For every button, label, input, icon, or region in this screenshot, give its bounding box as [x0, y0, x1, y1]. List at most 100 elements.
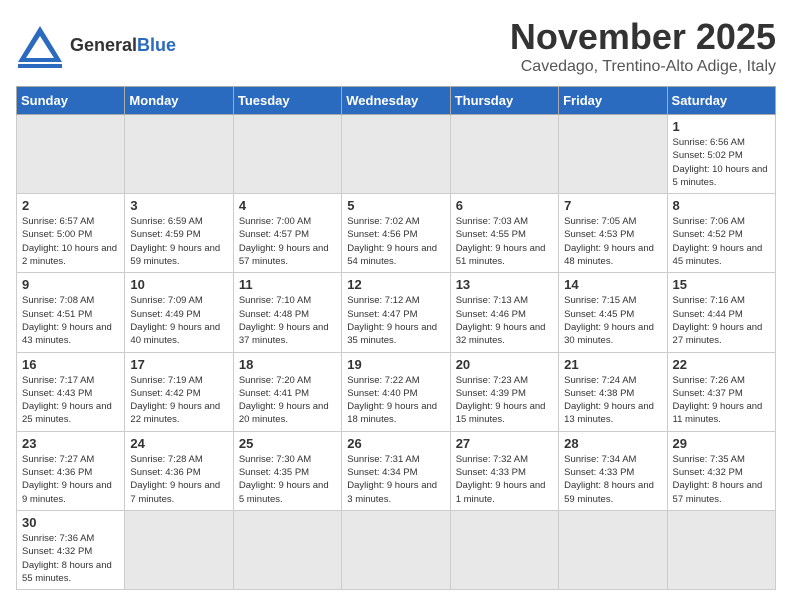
calendar-cell: 2 Sunrise: 6:57 AM Sunset: 5:00 PM Daylig… — [17, 194, 125, 273]
calendar-cell: 3Sunrise: 6:59 AM Sunset: 4:59 PM Daylig… — [125, 194, 233, 273]
calendar-cell: 13Sunrise: 7:13 AM Sunset: 4:46 PM Dayli… — [450, 273, 558, 352]
day-number: 1 — [673, 119, 770, 134]
day-number: 28 — [564, 436, 661, 451]
day-info: Sunrise: 7:20 AM Sunset: 4:41 PM Dayligh… — [239, 374, 336, 427]
day-number: 21 — [564, 357, 661, 372]
day-info: Sunrise: 7:23 AM Sunset: 4:39 PM Dayligh… — [456, 374, 553, 427]
calendar-cell: 29Sunrise: 7:35 AM Sunset: 4:32 PM Dayli… — [667, 431, 775, 510]
day-info: Sunrise: 7:17 AM Sunset: 4:43 PM Dayligh… — [22, 374, 119, 427]
day-info: Sunrise: 7:19 AM Sunset: 4:42 PM Dayligh… — [130, 374, 227, 427]
calendar-cell: 28 Sunrise: 7:34 AM Sunset: 4:33 PM Dayli… — [559, 431, 667, 510]
calendar-cell: 8 Sunrise: 7:06 AM Sunset: 4:52 PM Daylig… — [667, 194, 775, 273]
calendar-cell: 11 Sunrise: 7:10 AM Sunset: 4:48 PM Dayli… — [233, 273, 341, 352]
day-info: Sunrise: 7:00 AM Sunset: 4:57 PM Dayligh… — [239, 215, 336, 268]
day-info: Sunrise: 7:05 AM Sunset: 4:53 PM Dayligh… — [564, 215, 661, 268]
day-info: Sunrise: 7:13 AM Sunset: 4:46 PM Dayligh… — [456, 294, 553, 347]
day-info: Sunrise: 7:34 AM Sunset: 4:33 PM Dayligh… — [564, 453, 661, 506]
calendar-cell: 4 Sunrise: 7:00 AM Sunset: 4:57 PM Daylig… — [233, 194, 341, 273]
day-number: 24 — [130, 436, 227, 451]
day-info: Sunrise: 7:31 AM Sunset: 4:34 PM Dayligh… — [347, 453, 444, 506]
day-info: Sunrise: 7:02 AM Sunset: 4:56 PM Dayligh… — [347, 215, 444, 268]
calendar-cell: 25 Sunrise: 7:30 AM Sunset: 4:35 PM Dayli… — [233, 431, 341, 510]
logo: GeneralBlue — [16, 24, 176, 68]
calendar-cell: 14 Sunrise: 7:15 AM Sunset: 4:45 PM Dayli… — [559, 273, 667, 352]
calendar-cell — [450, 510, 558, 589]
calendar-cell: 10 Sunrise: 7:09 AM Sunset: 4:49 PM Dayli… — [125, 273, 233, 352]
weekday-header-wednesday: Wednesday — [342, 87, 450, 115]
calendar-cell: 16Sunrise: 7:17 AM Sunset: 4:43 PM Dayli… — [17, 352, 125, 431]
day-number: 29 — [673, 436, 770, 451]
day-number: 11 — [239, 277, 336, 292]
day-info: Sunrise: 7:30 AM Sunset: 4:35 PM Dayligh… — [239, 453, 336, 506]
day-number: 15 — [673, 277, 770, 292]
day-info: Sunrise: 7:03 AM Sunset: 4:55 PM Dayligh… — [456, 215, 553, 268]
day-info: Sunrise: 7:09 AM Sunset: 4:49 PM Dayligh… — [130, 294, 227, 347]
day-number: 27 — [456, 436, 553, 451]
weekday-header-saturday: Saturday — [667, 87, 775, 115]
day-number: 4 — [239, 198, 336, 213]
calendar-cell: 21 Sunrise: 7:24 AM Sunset: 4:38 PM Dayli… — [559, 352, 667, 431]
weekday-header-tuesday: Tuesday — [233, 87, 341, 115]
calendar-cell — [125, 510, 233, 589]
day-info: Sunrise: 7:15 AM Sunset: 4:45 PM Dayligh… — [564, 294, 661, 347]
day-info: Sunrise: 6:56 AM Sunset: 5:02 PM Dayligh… — [673, 136, 770, 189]
calendar-cell: 15Sunrise: 7:16 AM Sunset: 4:44 PM Dayli… — [667, 273, 775, 352]
title-section: November 2025 Cavedago, Trentino-Alto Ad… — [510, 16, 776, 76]
calendar-cell: 23Sunrise: 7:27 AM Sunset: 4:36 PM Dayli… — [17, 431, 125, 510]
calendar-cell: 24 Sunrise: 7:28 AM Sunset: 4:36 PM Dayli… — [125, 431, 233, 510]
calendar-cell — [667, 510, 775, 589]
day-number: 10 — [130, 277, 227, 292]
day-number: 12 — [347, 277, 444, 292]
logo-icon — [16, 24, 64, 68]
logo-text: GeneralBlue — [70, 36, 176, 56]
day-info: Sunrise: 6:59 AM Sunset: 4:59 PM Dayligh… — [130, 215, 227, 268]
day-info: Sunrise: 7:24 AM Sunset: 4:38 PM Dayligh… — [564, 374, 661, 427]
weekday-header-friday: Friday — [559, 87, 667, 115]
calendar-week-row: 23Sunrise: 7:27 AM Sunset: 4:36 PM Dayli… — [17, 431, 776, 510]
day-number: 30 — [22, 515, 119, 530]
day-number: 8 — [673, 198, 770, 213]
day-number: 17 — [130, 357, 227, 372]
calendar-cell — [233, 510, 341, 589]
day-info: Sunrise: 7:32 AM Sunset: 4:33 PM Dayligh… — [456, 453, 553, 506]
calendar-cell: 20Sunrise: 7:23 AM Sunset: 4:39 PM Dayli… — [450, 352, 558, 431]
day-number: 25 — [239, 436, 336, 451]
weekday-header-thursday: Thursday — [450, 87, 558, 115]
calendar-cell: 5 Sunrise: 7:02 AM Sunset: 4:56 PM Daylig… — [342, 194, 450, 273]
calendar-cell — [233, 115, 341, 194]
calendar-cell: 6Sunrise: 7:03 AM Sunset: 4:55 PM Daylig… — [450, 194, 558, 273]
day-number: 14 — [564, 277, 661, 292]
day-info: Sunrise: 7:06 AM Sunset: 4:52 PM Dayligh… — [673, 215, 770, 268]
day-info: Sunrise: 7:08 AM Sunset: 4:51 PM Dayligh… — [22, 294, 119, 347]
calendar-cell: 19Sunrise: 7:22 AM Sunset: 4:40 PM Dayli… — [342, 352, 450, 431]
calendar-cell: 27 Sunrise: 7:32 AM Sunset: 4:33 PM Dayli… — [450, 431, 558, 510]
day-info: Sunrise: 6:57 AM Sunset: 5:00 PM Dayligh… — [22, 215, 119, 268]
day-number: 19 — [347, 357, 444, 372]
day-info: Sunrise: 7:10 AM Sunset: 4:48 PM Dayligh… — [239, 294, 336, 347]
calendar-cell — [17, 115, 125, 194]
day-number: 2 — [22, 198, 119, 213]
day-info: Sunrise: 7:28 AM Sunset: 4:36 PM Dayligh… — [130, 453, 227, 506]
day-number: 23 — [22, 436, 119, 451]
location-title: Cavedago, Trentino-Alto Adige, Italy — [510, 58, 776, 76]
calendar-cell — [342, 115, 450, 194]
calendar-cell — [342, 510, 450, 589]
calendar-cell: 1 Sunrise: 6:56 AM Sunset: 5:02 PM Daylig… — [667, 115, 775, 194]
day-number: 7 — [564, 198, 661, 213]
page-header: GeneralBlue November 2025 Cavedago, Tren… — [16, 16, 776, 76]
calendar-cell: 17 Sunrise: 7:19 AM Sunset: 4:42 PM Dayli… — [125, 352, 233, 431]
calendar-cell: 30 Sunrise: 7:36 AM Sunset: 4:32 PM Dayli… — [17, 510, 125, 589]
month-title: November 2025 — [510, 16, 776, 58]
calendar-cell — [450, 115, 558, 194]
day-info: Sunrise: 7:36 AM Sunset: 4:32 PM Dayligh… — [22, 532, 119, 585]
calendar-table: SundayMondayTuesdayWednesdayThursdayFrid… — [16, 86, 776, 590]
day-number: 22 — [673, 357, 770, 372]
day-info: Sunrise: 7:12 AM Sunset: 4:47 PM Dayligh… — [347, 294, 444, 347]
calendar-week-row: 2 Sunrise: 6:57 AM Sunset: 5:00 PM Daylig… — [17, 194, 776, 273]
day-number: 26 — [347, 436, 444, 451]
calendar-week-row: 1 Sunrise: 6:56 AM Sunset: 5:02 PM Daylig… — [17, 115, 776, 194]
calendar-cell: 18Sunrise: 7:20 AM Sunset: 4:41 PM Dayli… — [233, 352, 341, 431]
calendar-week-row: 9Sunrise: 7:08 AM Sunset: 4:51 PM Daylig… — [17, 273, 776, 352]
day-number: 5 — [347, 198, 444, 213]
calendar-cell: 22Sunrise: 7:26 AM Sunset: 4:37 PM Dayli… — [667, 352, 775, 431]
